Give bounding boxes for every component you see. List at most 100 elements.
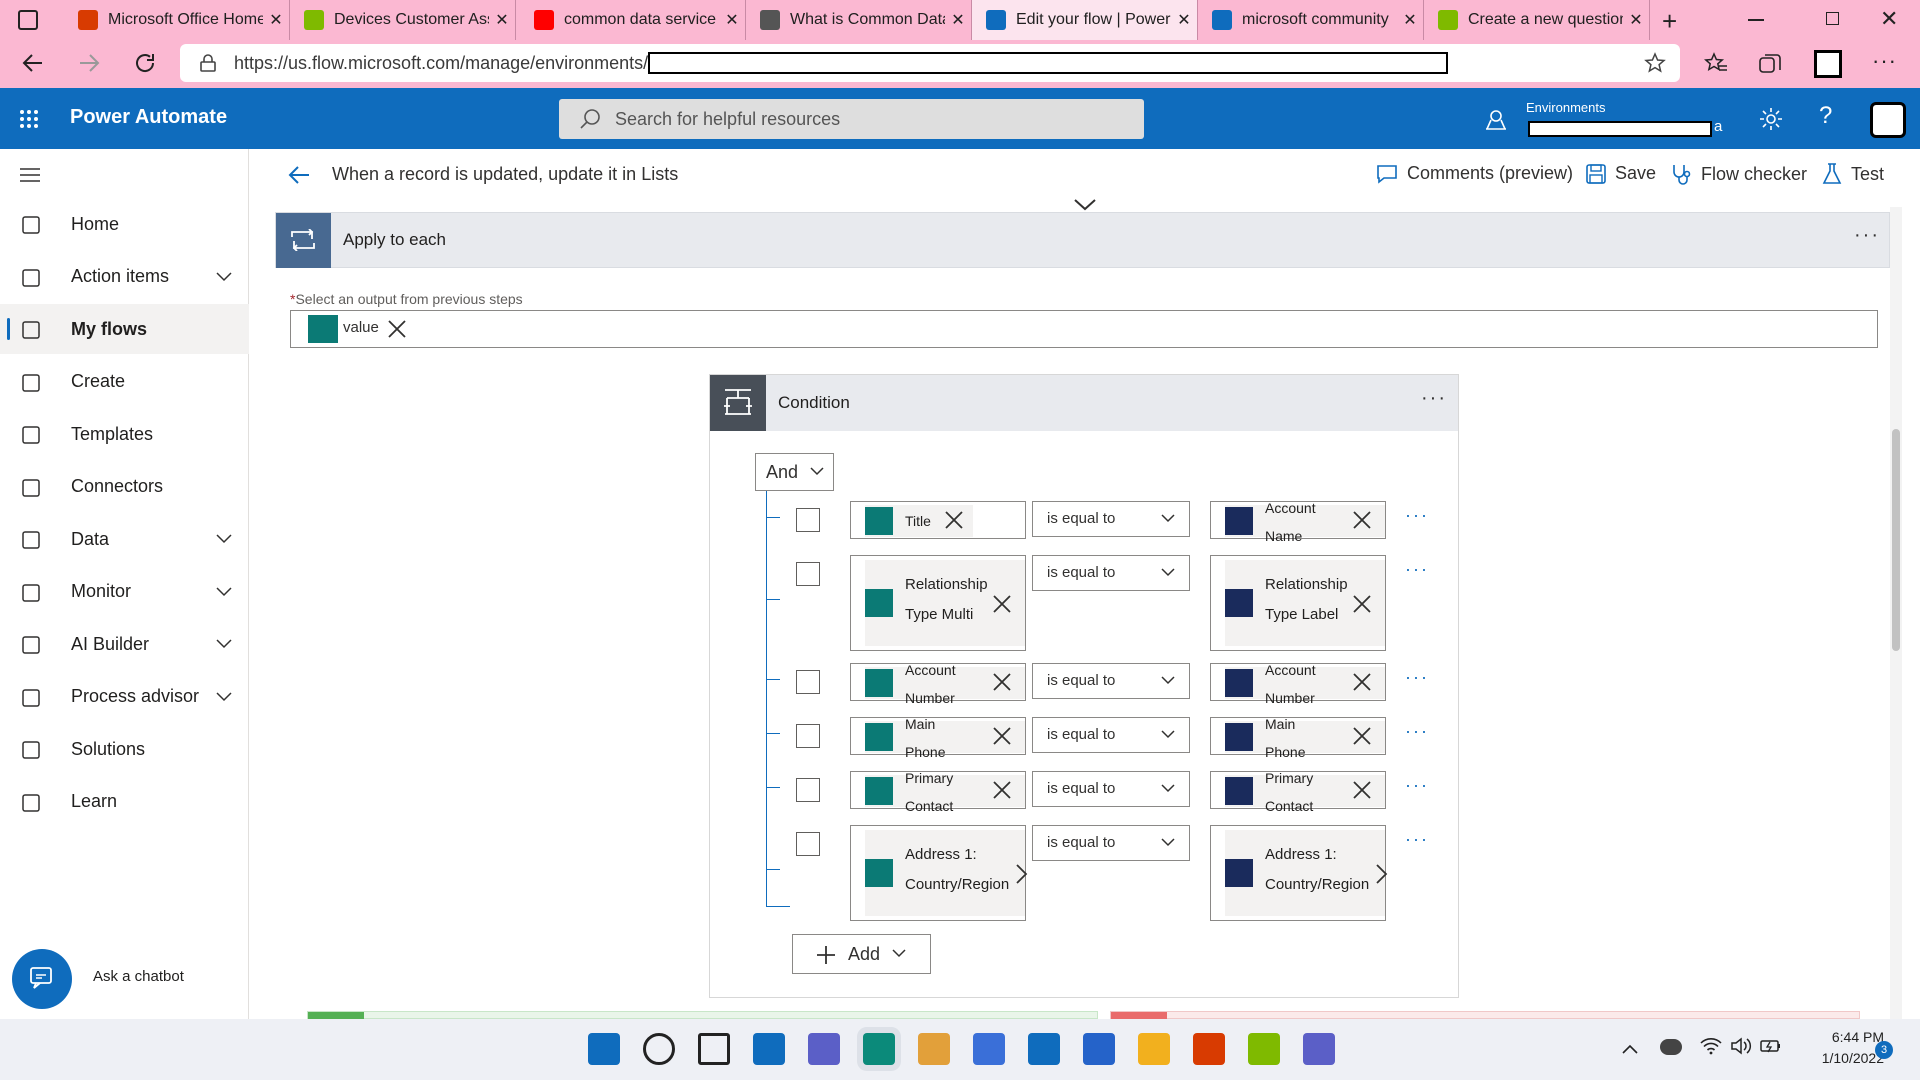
chatbot-button[interactable] — [12, 949, 72, 1009]
right-token[interactable]: Address 1: Country/Region — [1225, 830, 1385, 916]
row-more-icon[interactable]: ··· — [1405, 559, 1429, 580]
operator-select[interactable]: is equal to — [1032, 825, 1190, 861]
collections-icon[interactable] — [1758, 52, 1782, 76]
close-tab-icon[interactable]: ✕ — [263, 10, 289, 30]
condition-header[interactable]: Condition ··· — [710, 375, 1458, 431]
add-button[interactable]: Add — [792, 934, 931, 974]
browser-tab[interactable]: What is Common Data ✕ — [746, 0, 972, 40]
refresh-icon[interactable] — [133, 51, 157, 75]
clock-time[interactable]: 6:44 PM — [1794, 1029, 1884, 1045]
close-window-icon[interactable]: ✕ — [1880, 6, 1898, 32]
right-operand-field[interactable]: Account Name — [1210, 500, 1386, 544]
battery-icon[interactable] — [1760, 1037, 1782, 1055]
more-options-icon[interactable]: ··· — [1854, 224, 1880, 247]
widgets-icon[interactable] — [753, 1033, 785, 1065]
close-tab-icon[interactable]: ✕ — [945, 10, 971, 30]
sidebar-item-data[interactable]: Data — [0, 514, 249, 564]
volume-icon[interactable] — [1730, 1037, 1752, 1055]
left-token[interactable]: Address 1: Country/Region — [865, 830, 1025, 916]
edge-dev-icon[interactable] — [1083, 1033, 1115, 1065]
remove-token-icon[interactable] — [991, 593, 1013, 615]
sidebar-item-templates[interactable]: Templates — [0, 409, 249, 459]
sidebar-item-ai-builder[interactable]: AI Builder — [0, 619, 249, 669]
forward-icon[interactable] — [78, 52, 100, 74]
left-operand-field[interactable]: Main Phone — [850, 716, 1026, 760]
minimize-icon[interactable] — [1748, 19, 1764, 21]
profile-icon[interactable] — [1814, 50, 1842, 78]
gear-icon[interactable] — [1758, 106, 1784, 132]
apply-to-each-header[interactable]: Apply to each ··· — [275, 212, 1890, 268]
close-tab-icon[interactable]: ✕ — [1171, 10, 1197, 30]
row-more-icon[interactable]: ··· — [1405, 829, 1429, 850]
environment-name-redacted[interactable] — [1528, 121, 1712, 137]
remove-token-icon[interactable] — [943, 509, 965, 531]
edge-icon[interactable] — [863, 1033, 895, 1065]
remove-token-icon[interactable] — [1351, 509, 1373, 531]
group-operator-select[interactable]: And — [755, 453, 834, 491]
chevron-up-icon[interactable] — [1622, 1044, 1638, 1054]
remove-token-icon[interactable] — [991, 671, 1013, 693]
sidebar-item-create[interactable]: Create — [0, 357, 249, 407]
save-button[interactable]: Save — [1586, 163, 1656, 184]
browser-tab[interactable]: microsoft community ✕ — [1198, 0, 1424, 40]
right-operand-field[interactable]: Relationship Type Label — [1210, 555, 1386, 651]
chevron-down-icon[interactable] — [216, 689, 232, 705]
remove-token-icon[interactable] — [991, 779, 1013, 801]
output-field[interactable]: value — [290, 310, 1878, 348]
avatar[interactable] — [1870, 102, 1906, 138]
row-more-icon[interactable]: ··· — [1405, 775, 1429, 796]
settings-more-icon[interactable]: ··· — [1872, 48, 1897, 74]
wifi-icon[interactable] — [1700, 1037, 1722, 1055]
expand-token-icon[interactable] — [1371, 863, 1393, 885]
close-tab-icon[interactable]: ✕ — [719, 10, 745, 30]
app-launcher-icon[interactable] — [19, 109, 39, 129]
operator-select[interactable]: is equal to — [1032, 663, 1190, 699]
paint-icon[interactable] — [1248, 1033, 1280, 1065]
sidebar-item-connectors[interactable]: Connectors — [0, 462, 249, 512]
row-checkbox[interactable] — [796, 508, 820, 532]
close-tab-icon[interactable]: ✕ — [1623, 10, 1649, 30]
teams-icon[interactable] — [1303, 1033, 1335, 1065]
row-checkbox[interactable] — [796, 832, 820, 856]
right-operand-field[interactable]: Primary Contact — [1210, 770, 1386, 814]
sidebar-item-learn[interactable]: Learn — [0, 777, 249, 827]
left-operand-field[interactable]: Title — [850, 501, 1026, 539]
search-icon[interactable] — [643, 1033, 675, 1065]
remove-token-icon[interactable] — [991, 725, 1013, 747]
url-field[interactable]: https://us.flow.microsoft.com/manage/env… — [180, 44, 1680, 82]
sidebar-item-process-advisor[interactable]: Process advisor — [0, 672, 249, 722]
right-operand-field[interactable]: Address 1: Country/Region — [1210, 825, 1388, 921]
help-icon[interactable]: ? — [1819, 102, 1832, 130]
search-input[interactable]: Search for helpful resources — [559, 99, 1144, 139]
office-icon[interactable] — [1193, 1033, 1225, 1065]
favorites-icon[interactable] — [1704, 52, 1728, 76]
canvas-scrollbar[interactable] — [1890, 207, 1902, 1019]
browser-tab[interactable]: Microsoft Office Home ✕ — [64, 0, 290, 40]
operator-select[interactable]: is equal to — [1032, 555, 1190, 591]
favorite-add-icon[interactable] — [1644, 52, 1666, 74]
sidebar-item-action-items[interactable]: Action items — [0, 252, 249, 302]
sidebar-item-monitor[interactable]: Monitor — [0, 567, 249, 617]
row-checkbox[interactable] — [796, 724, 820, 748]
chevron-down-icon[interactable] — [216, 269, 232, 285]
teams-chat-icon[interactable] — [808, 1033, 840, 1065]
sidebar-item-solutions[interactable]: Solutions — [0, 724, 249, 774]
sidebar-item-my-flows[interactable]: My flows — [0, 304, 249, 354]
row-checkbox[interactable] — [796, 670, 820, 694]
comments-button[interactable]: Comments (preview) — [1376, 163, 1573, 184]
task-view-icon[interactable] — [698, 1033, 730, 1065]
restore-icon[interactable] — [1826, 12, 1839, 25]
tab-actions-icon[interactable] — [18, 10, 38, 30]
left-operand-field[interactable]: Primary Contact — [850, 770, 1026, 814]
onedrive-icon[interactable] — [1660, 1039, 1682, 1055]
remove-token-icon[interactable] — [1351, 725, 1373, 747]
scrollbar-thumb[interactable] — [1892, 429, 1900, 651]
sidebar-item-home[interactable]: Home — [0, 199, 249, 249]
browser-tab[interactable]: Create a new question ✕ — [1424, 0, 1650, 40]
left-operand-field[interactable]: Relationship Type Multi — [850, 555, 1026, 651]
chevron-down-icon[interactable] — [216, 531, 232, 547]
operator-select[interactable]: is equal to — [1032, 771, 1190, 807]
row-checkbox[interactable] — [796, 778, 820, 802]
remove-token-icon[interactable] — [387, 319, 407, 339]
operator-select[interactable]: is equal to — [1032, 501, 1190, 537]
